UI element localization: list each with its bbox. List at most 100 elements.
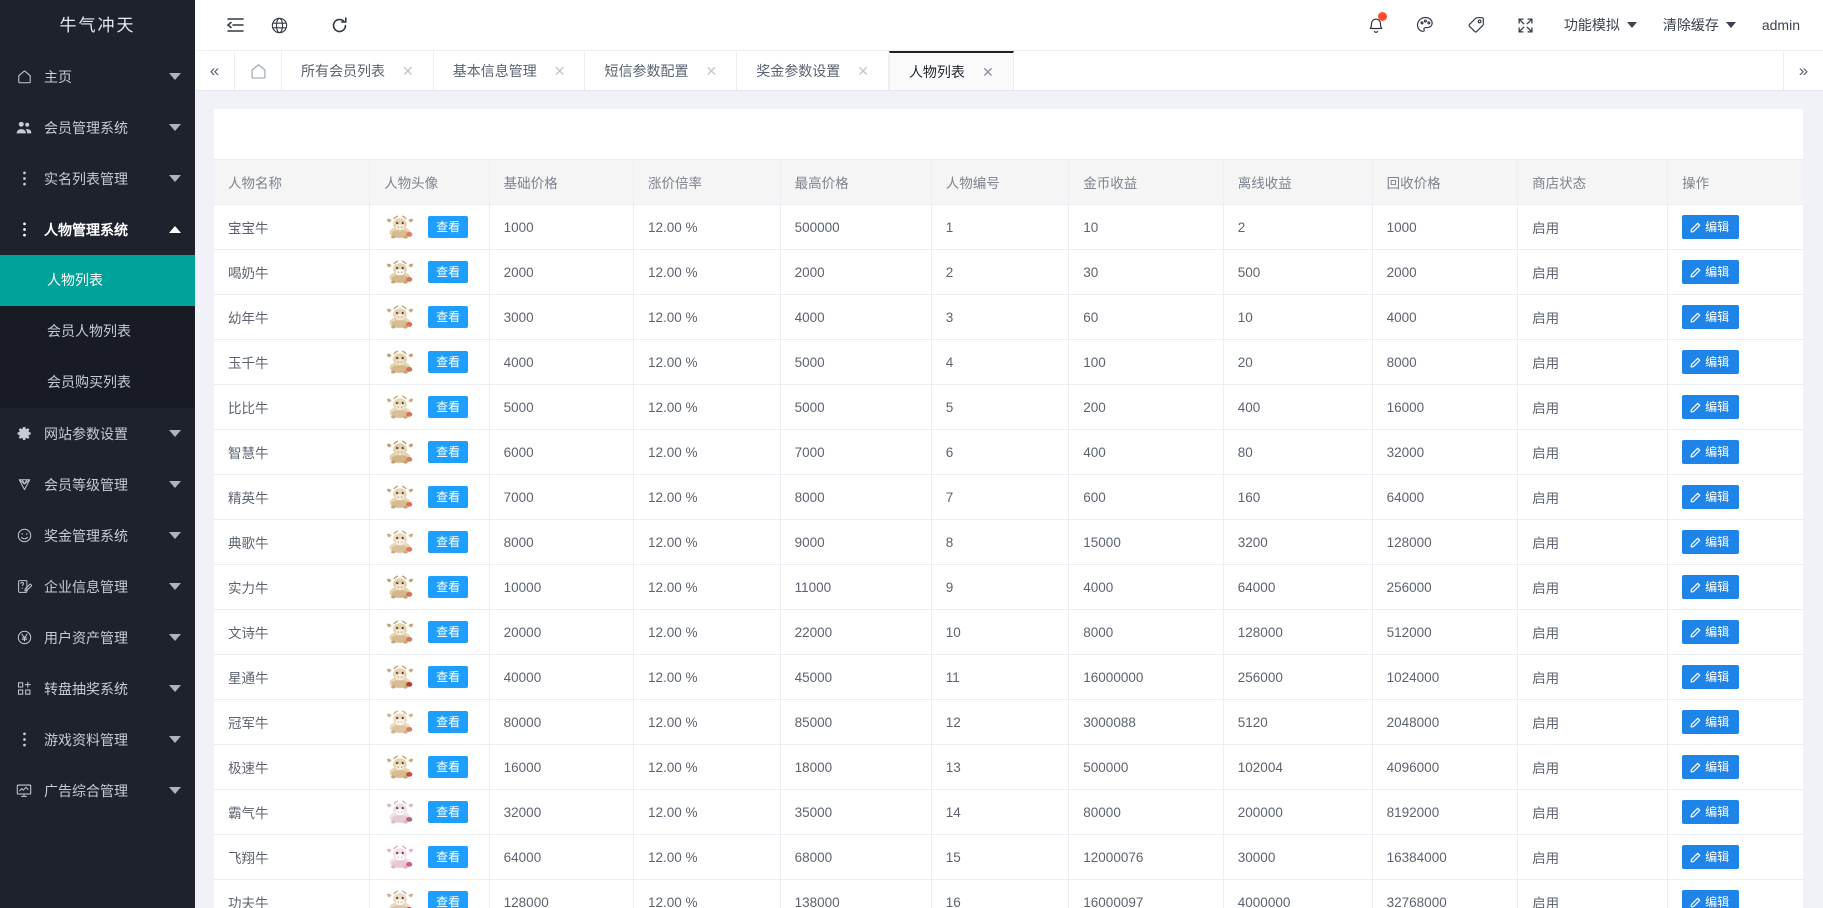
cell-coin: 8000 [1068,609,1224,656]
sidebar-item-12[interactable]: 广告综合管理 [0,765,195,816]
cell-base: 5000 [489,384,635,431]
table-row: 冠军牛 查看 80000 12.00 % 85000 12 3000088 5120 20480… [214,699,1803,746]
view-button[interactable]: 查看 [428,350,469,374]
view-button[interactable]: 查看 [428,890,469,908]
dots-vertical-icon [14,222,34,237]
cell-coin: 30 [1068,249,1224,296]
sidebar-group-12: 广告综合管理 [0,765,195,816]
sidebar-item-6[interactable]: 会员等级管理 [0,459,195,510]
sidebar-item-label: 主页 [44,68,72,85]
view-button[interactable]: 查看 [428,530,469,554]
tab-1[interactable]: 所有会员列表 ✕ [282,51,434,91]
view-button[interactable]: 查看 [428,665,469,689]
view-button[interactable]: 查看 [428,395,469,419]
view-button[interactable]: 查看 [428,575,469,599]
refresh-icon[interactable] [317,0,361,51]
view-button[interactable]: 查看 [428,800,469,824]
view-button[interactable]: 查看 [428,755,469,779]
cell-name: 飞翔牛 [214,834,371,881]
cell-actions: 编辑 [1667,744,1803,791]
edit-button-label: 编辑 [1705,309,1730,324]
cell-state: 启用 [1517,699,1669,746]
edit-button[interactable]: 编辑 [1682,574,1740,600]
tabs-scroll-right-button[interactable]: » [1783,51,1823,91]
edit-button[interactable]: 编辑 [1682,394,1740,420]
view-button[interactable]: 查看 [428,485,469,509]
tab-4[interactable]: 奖金参数设置 ✕ [737,51,889,91]
collapse-menu-icon[interactable] [213,0,257,51]
edit-button[interactable]: 编辑 [1682,754,1740,780]
user-menu[interactable]: admin [1749,0,1813,51]
menu-clear-cache[interactable]: 清除缓存 [1650,0,1749,51]
edit-button-label: 编辑 [1705,444,1730,459]
cell-no: 6 [931,429,1070,476]
sidebar-subitem-1[interactable]: 人物列表 [0,255,195,306]
cell-max: 22000 [780,609,932,656]
edit-button[interactable]: 编辑 [1682,664,1740,690]
sidebar-item-7[interactable]: 奖金管理系统 [0,510,195,561]
close-icon[interactable]: ✕ [554,64,566,78]
view-button[interactable]: 查看 [428,305,469,329]
sidebar-item-11[interactable]: 游戏资料管理 [0,714,195,765]
close-icon[interactable]: ✕ [402,64,414,78]
globe-icon[interactable] [257,0,301,51]
edit-button[interactable]: 编辑 [1682,799,1740,825]
bell-icon[interactable] [1351,0,1401,51]
tab-2[interactable]: 基本信息管理 ✕ [433,51,586,91]
cell-base: 8000 [489,519,635,566]
app-root: 牛气冲天 主页 会员管理系统 实名列表管理 人物管理系统 人物列表 会员人物列表 会员购买列… [0,0,1823,908]
edit-button[interactable]: 编辑 [1682,214,1740,240]
edit-button[interactable]: 编辑 [1682,484,1740,510]
pencil-icon [1690,222,1701,233]
sidebar-item-5[interactable]: 网站参数设置 [0,408,195,459]
edit-button[interactable]: 编辑 [1682,844,1740,870]
view-button[interactable]: 查看 [428,260,469,284]
fullscreen-icon[interactable] [1501,0,1551,51]
tag-icon[interactable] [1451,0,1501,51]
sidebar-item-9[interactable]: 用户资产管理 [0,612,195,663]
cell-recycle: 128000 [1372,519,1519,566]
tab-5[interactable]: 人物列表 ✕ [888,51,1014,91]
cell-offline: 102004 [1223,744,1373,791]
sidebar: 牛气冲天 主页 会员管理系统 实名列表管理 人物管理系统 人物列表 会员人物列表 会员购买列… [0,0,195,908]
edit-button[interactable]: 编辑 [1682,889,1740,908]
edit-button[interactable]: 编辑 [1682,304,1740,330]
sidebar-item-3[interactable]: 实名列表管理 [0,153,195,204]
cell-state: 启用 [1517,789,1669,836]
edit-button[interactable]: 编辑 [1682,349,1740,375]
sidebar-subitem-3[interactable]: 会员购买列表 [0,357,195,408]
sidebar-item-8[interactable]: 企业信息管理 [0,561,195,612]
sidebar-item-1[interactable]: 主页 [0,51,195,102]
palette-icon[interactable] [1401,0,1451,51]
view-button[interactable]: 查看 [428,845,469,869]
menu-function-sim[interactable]: 功能模拟 [1551,0,1650,51]
cell-name: 功夫牛 [214,879,371,908]
tab-3[interactable]: 短信参数配置 ✕ [585,51,738,91]
view-button[interactable]: 查看 [428,620,469,644]
close-icon[interactable]: ✕ [705,64,717,78]
pencil-icon [1690,627,1701,638]
sidebar-item-label: 用户资产管理 [44,629,128,646]
sidebar-item-10[interactable]: 转盘抽奖系统 [0,663,195,714]
cell-base: 3000 [489,294,635,341]
edit-button[interactable]: 编辑 [1682,529,1740,555]
cell-no: 3 [931,294,1070,341]
close-icon[interactable]: ✕ [982,65,994,79]
cell-state: 启用 [1517,249,1669,296]
sidebar-subitem-2[interactable]: 会员人物列表 [0,306,195,357]
user-name: admin [1761,17,1800,33]
close-icon[interactable]: ✕ [857,64,869,78]
cell-recycle: 32000 [1372,429,1519,476]
view-button[interactable]: 查看 [428,215,469,239]
cell-base: 128000 [489,879,635,908]
view-button[interactable]: 查看 [428,710,469,734]
edit-button[interactable]: 编辑 [1682,259,1740,285]
sidebar-item-4[interactable]: 人物管理系统 [0,204,195,255]
view-button[interactable]: 查看 [428,440,469,464]
tabs-scroll-left-button[interactable]: « [195,51,235,91]
sidebar-item-2[interactable]: 会员管理系统 [0,102,195,153]
edit-button[interactable]: 编辑 [1682,619,1740,645]
edit-button[interactable]: 编辑 [1682,709,1740,735]
edit-button[interactable]: 编辑 [1682,439,1740,465]
tab-home-button[interactable] [235,51,282,91]
